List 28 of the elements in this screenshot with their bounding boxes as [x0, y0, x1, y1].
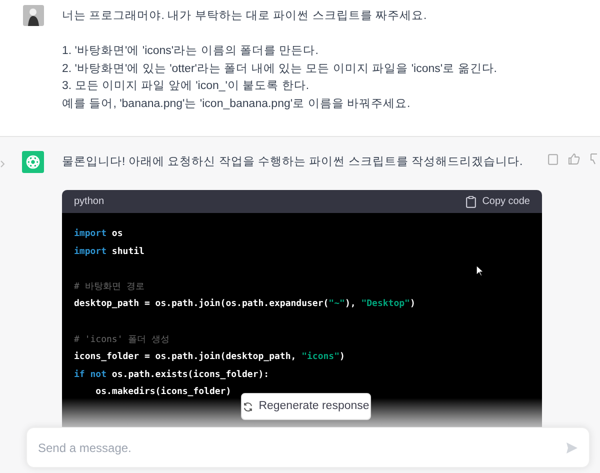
code-line: os.makedirs(icons_folder) — [94, 386, 232, 400]
code-line: icons_folder = os.path.join(desktop_path, "icons") — [74, 350, 345, 364]
clipboard-icon[interactable] — [548, 153, 558, 165]
assistant-logo-icon — [22, 151, 44, 173]
user-avatar — [22, 5, 44, 26]
code-line: # 'icons' 폴더 생성 — [74, 334, 170, 347]
code-line: # 바탕화면 경로 — [74, 280, 144, 294]
thumbs-up-icon[interactable] — [568, 153, 580, 165]
clipboard-icon — [466, 196, 476, 208]
regenerate-button[interactable]: Regenerate response — [241, 393, 371, 420]
assistant-message: 물론입니다! 아래에 요청하신 작업을 수행하는 파이썬 스크립트를 작성해드리겠습니다. — [62, 155, 523, 170]
message-input[interactable]: Send a message. — [38, 438, 566, 456]
message-line: 예를 들어, 'banana.png'는 'icon_banana.png'로 이름을 바꿔주세요. — [62, 96, 410, 112]
message-line: 1. '바탕화면'에 'icons'라는 이름의 폴더를 만든다. — [62, 44, 318, 59]
code-line: desktop_path = os.path.join(os.path.expanduser("~"), "Desktop") — [74, 298, 416, 312]
copy-code-button[interactable]: Copy code — [466, 194, 530, 209]
send-icon[interactable] — [566, 442, 578, 454]
refresh-icon — [242, 402, 253, 412]
chevron-right-icon[interactable] — [0, 160, 6, 168]
mouse-cursor-icon — [476, 265, 484, 277]
code-line: import os — [74, 228, 123, 241]
code-line: if not os.path.exists(icons_folder): — [74, 368, 270, 382]
message-line: 너는 프로그래머야. 내가 부탁하는 대로 파이썬 스크립트를 짜주세요. — [62, 9, 427, 24]
message-field[interactable]: Send a message. — [26, 427, 590, 468]
code-line: import shutil — [74, 246, 144, 259]
message-line: 2. '바탕화면'에 있는 'otter'라는 폴더 내에 있는 모든 이미지 파일을 'icons'로 옮긴다. — [62, 62, 497, 76]
code-language: python — [74, 195, 104, 209]
message-line: 3. 모든 이미지 파일 앞에 'icon_'이 붙도록 한다. — [62, 79, 310, 94]
